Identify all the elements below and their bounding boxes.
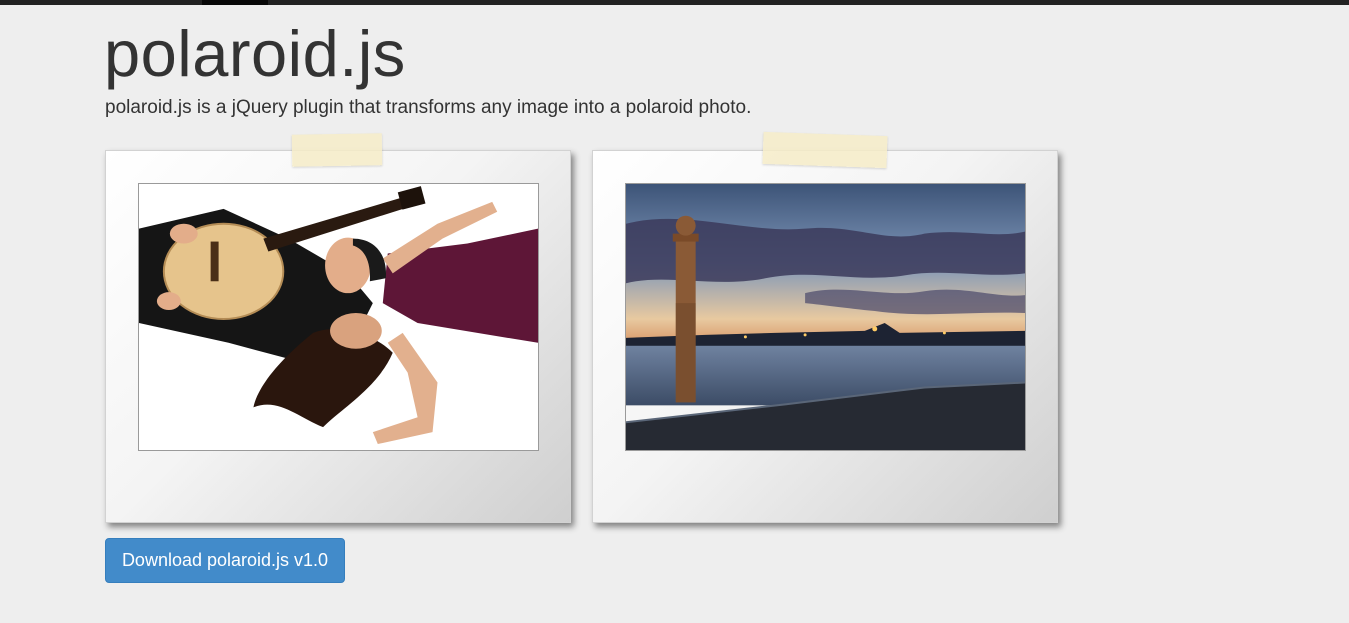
download-button[interactable]: Download polaroid.js v1.0 xyxy=(105,538,345,583)
couple-image xyxy=(139,184,538,450)
polaroid-frame xyxy=(592,131,1058,523)
page-lead: polaroid.js is a jQuery plugin that tran… xyxy=(105,97,752,118)
harbor-image xyxy=(626,184,1025,450)
page-title: polaroid.js xyxy=(104,17,406,90)
couple-with-guitar-photo xyxy=(138,183,539,451)
navbar xyxy=(0,0,1349,5)
polaroid-frame xyxy=(105,133,571,523)
tape-strip xyxy=(291,133,383,167)
navbar-active-item[interactable] xyxy=(202,0,268,5)
harbor-column-sunset-photo xyxy=(625,183,1026,451)
tape-strip xyxy=(762,131,888,169)
